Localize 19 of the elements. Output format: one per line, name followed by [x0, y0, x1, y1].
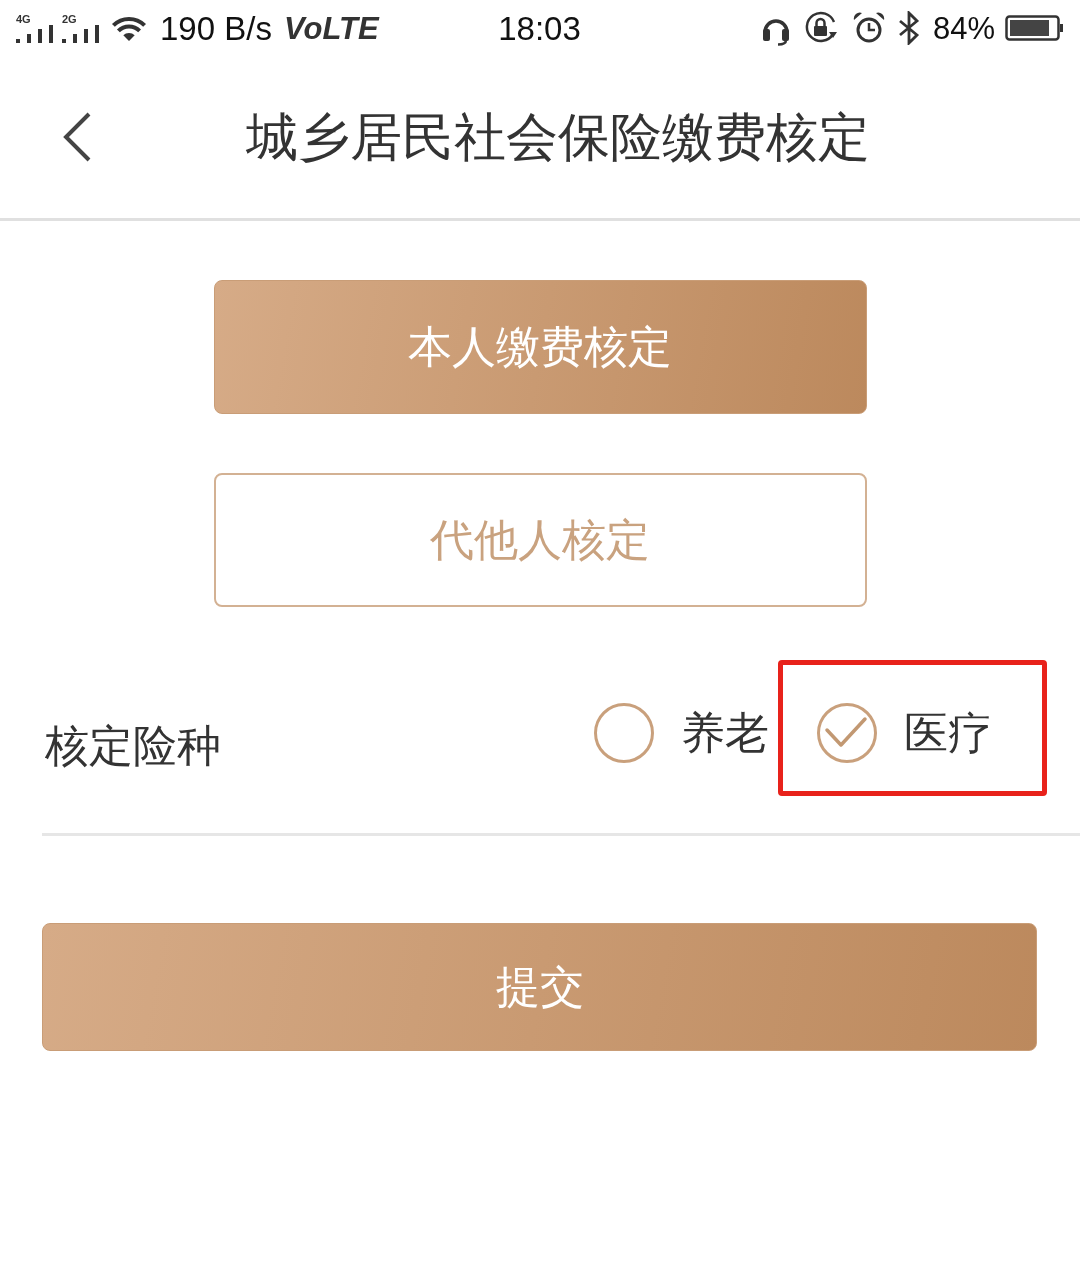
volte-label: VoLTE [283, 12, 379, 44]
outline-button[interactable]: 代他人核定 [213, 473, 867, 607]
radio-option[interactable]: 养老 [594, 703, 769, 763]
wifi-icon [110, 14, 148, 42]
field-label: 核定险种 [45, 720, 221, 773]
radio-option[interactable]: 医疗 [817, 703, 992, 763]
primary-button[interactable]: 本人缴费核定 [213, 280, 867, 414]
battery-icon [1005, 15, 1063, 41]
back-icon[interactable] [62, 112, 92, 162]
battery-percentage: 84% [932, 12, 995, 44]
page-title: 城乡居民社会保险缴费核定 [245, 105, 871, 169]
signal-bars-icon [16, 24, 54, 43]
network-type-label: 4G [16, 13, 31, 25]
signal-bars-icon [62, 24, 100, 43]
alarm-clock-icon [852, 12, 885, 44]
clock-time: 18:03 [498, 11, 581, 45]
network-type-label: 2G [62, 13, 77, 25]
network-speed: 190 B/s [160, 11, 272, 45]
submit-button[interactable]: 提交 [42, 923, 1037, 1051]
